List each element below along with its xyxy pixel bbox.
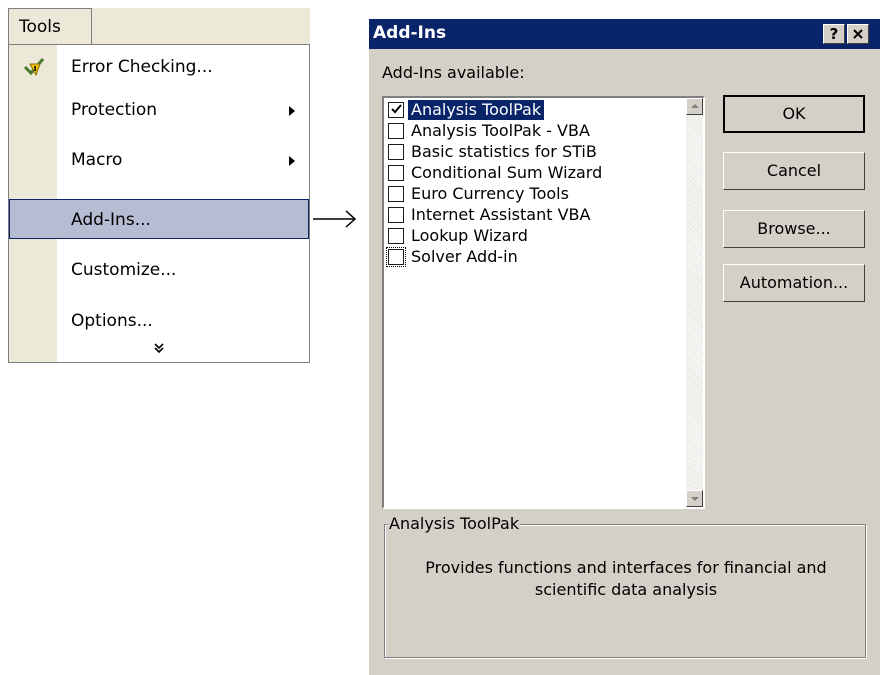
double-chevron-down-icon (154, 343, 164, 354)
checkbox[interactable] (388, 228, 404, 244)
checkbox[interactable] (388, 207, 404, 223)
error-checking-icon (23, 58, 45, 77)
list-item-euro-currency-tools[interactable]: Euro Currency Tools (386, 184, 683, 206)
scroll-down-button[interactable] (686, 490, 703, 507)
menu-item-macro[interactable]: Macro (9, 140, 309, 180)
cancel-button[interactable]: Cancel (723, 152, 865, 190)
list-item-analysis-toolpak[interactable]: Analysis ToolPak (386, 100, 683, 122)
add-ins-dialog: Add-Ins ? Add-Ins available: Analysis To… (368, 19, 880, 675)
list-item-label: Analysis ToolPak (408, 100, 545, 120)
scroll-down-arrow-icon (691, 497, 699, 501)
tools-menu: Tools Error Checking... Protection Macro… (8, 8, 310, 363)
browse-button[interactable]: Browse... (723, 210, 865, 248)
expand-menu-chevron-icon[interactable] (9, 341, 309, 357)
list-item-solver-add-in[interactable]: Solver Add-in (386, 247, 683, 269)
list-item-label: Internet Assistant VBA (411, 205, 591, 224)
menu-item-protection[interactable]: Protection (9, 90, 309, 130)
checkmark-icon (391, 104, 402, 114)
list-item-lookup-wizard[interactable]: Lookup Wizard (386, 226, 683, 248)
checkbox[interactable] (386, 247, 406, 267)
menu-item-label: Options... (71, 311, 153, 331)
dialog-title: Add-Ins (373, 23, 447, 43)
close-icon (853, 29, 863, 39)
menu-item-label: Error Checking... (71, 57, 213, 77)
list-scrollbar[interactable] (686, 98, 703, 507)
menu-item-label: Add-Ins... (71, 210, 151, 230)
help-button[interactable]: ? (823, 24, 845, 44)
menu-item-add-ins[interactable]: Add-Ins... (9, 199, 309, 239)
list-item-label: Lookup Wizard (411, 226, 528, 245)
list-item-label: Conditional Sum Wizard (411, 163, 603, 182)
list-item-label: Basic statistics for STiB (411, 142, 597, 161)
menu-tab-tools[interactable]: Tools (8, 8, 92, 44)
submenu-arrow-icon (289, 156, 295, 166)
menu-item-label: Macro (71, 150, 123, 170)
menu-tab-label: Tools (19, 17, 61, 37)
scroll-up-button[interactable] (686, 98, 703, 115)
menu-bar (92, 8, 310, 45)
menu-item-error-checking[interactable]: Error Checking... (9, 47, 309, 87)
add-ins-list-items: Analysis ToolPak Analysis ToolPak - VBA … (384, 98, 685, 507)
list-item-label: Analysis ToolPak - VBA (411, 121, 590, 140)
menu-item-label: Protection (71, 100, 158, 120)
add-ins-list[interactable]: Analysis ToolPak Analysis ToolPak - VBA … (382, 96, 705, 509)
menu-item-options[interactable]: Options... (9, 301, 309, 341)
add-ins-available-label: Add-Ins available: (382, 63, 525, 82)
checkbox[interactable] (388, 102, 404, 118)
list-item-conditional-sum-wizard[interactable]: Conditional Sum Wizard (386, 163, 683, 185)
description-title: Analysis ToolPak (388, 514, 521, 533)
list-item-label: Euro Currency Tools (411, 184, 569, 203)
list-item-analysis-toolpak-vba[interactable]: Analysis ToolPak - VBA (386, 121, 683, 143)
menu-item-customize[interactable]: Customize... (9, 250, 309, 290)
checkbox[interactable] (388, 165, 404, 181)
checkbox[interactable] (388, 123, 404, 139)
submenu-arrow-icon (289, 106, 295, 116)
menu-item-label: Customize... (71, 260, 177, 280)
list-item-internet-assistant-vba[interactable]: Internet Assistant VBA (386, 205, 683, 227)
menu-dropdown: Error Checking... Protection Macro Add-I… (8, 44, 310, 363)
dialog-title-bar[interactable]: Add-Ins ? (369, 19, 880, 49)
close-button[interactable] (847, 24, 869, 44)
checkbox[interactable] (388, 144, 404, 160)
ok-button[interactable]: OK (723, 95, 865, 133)
scroll-up-arrow-icon (691, 104, 699, 108)
description-group: Analysis ToolPak Provides functions and … (384, 514, 866, 658)
list-item-label: Solver Add-in (411, 247, 518, 266)
description-text: Provides functions and interfaces for fi… (425, 558, 827, 599)
automation-button[interactable]: Automation... (723, 264, 865, 302)
list-item-basic-statistics[interactable]: Basic statistics for STiB (386, 142, 683, 164)
right-arrow-icon (313, 210, 357, 228)
checkbox[interactable] (388, 186, 404, 202)
